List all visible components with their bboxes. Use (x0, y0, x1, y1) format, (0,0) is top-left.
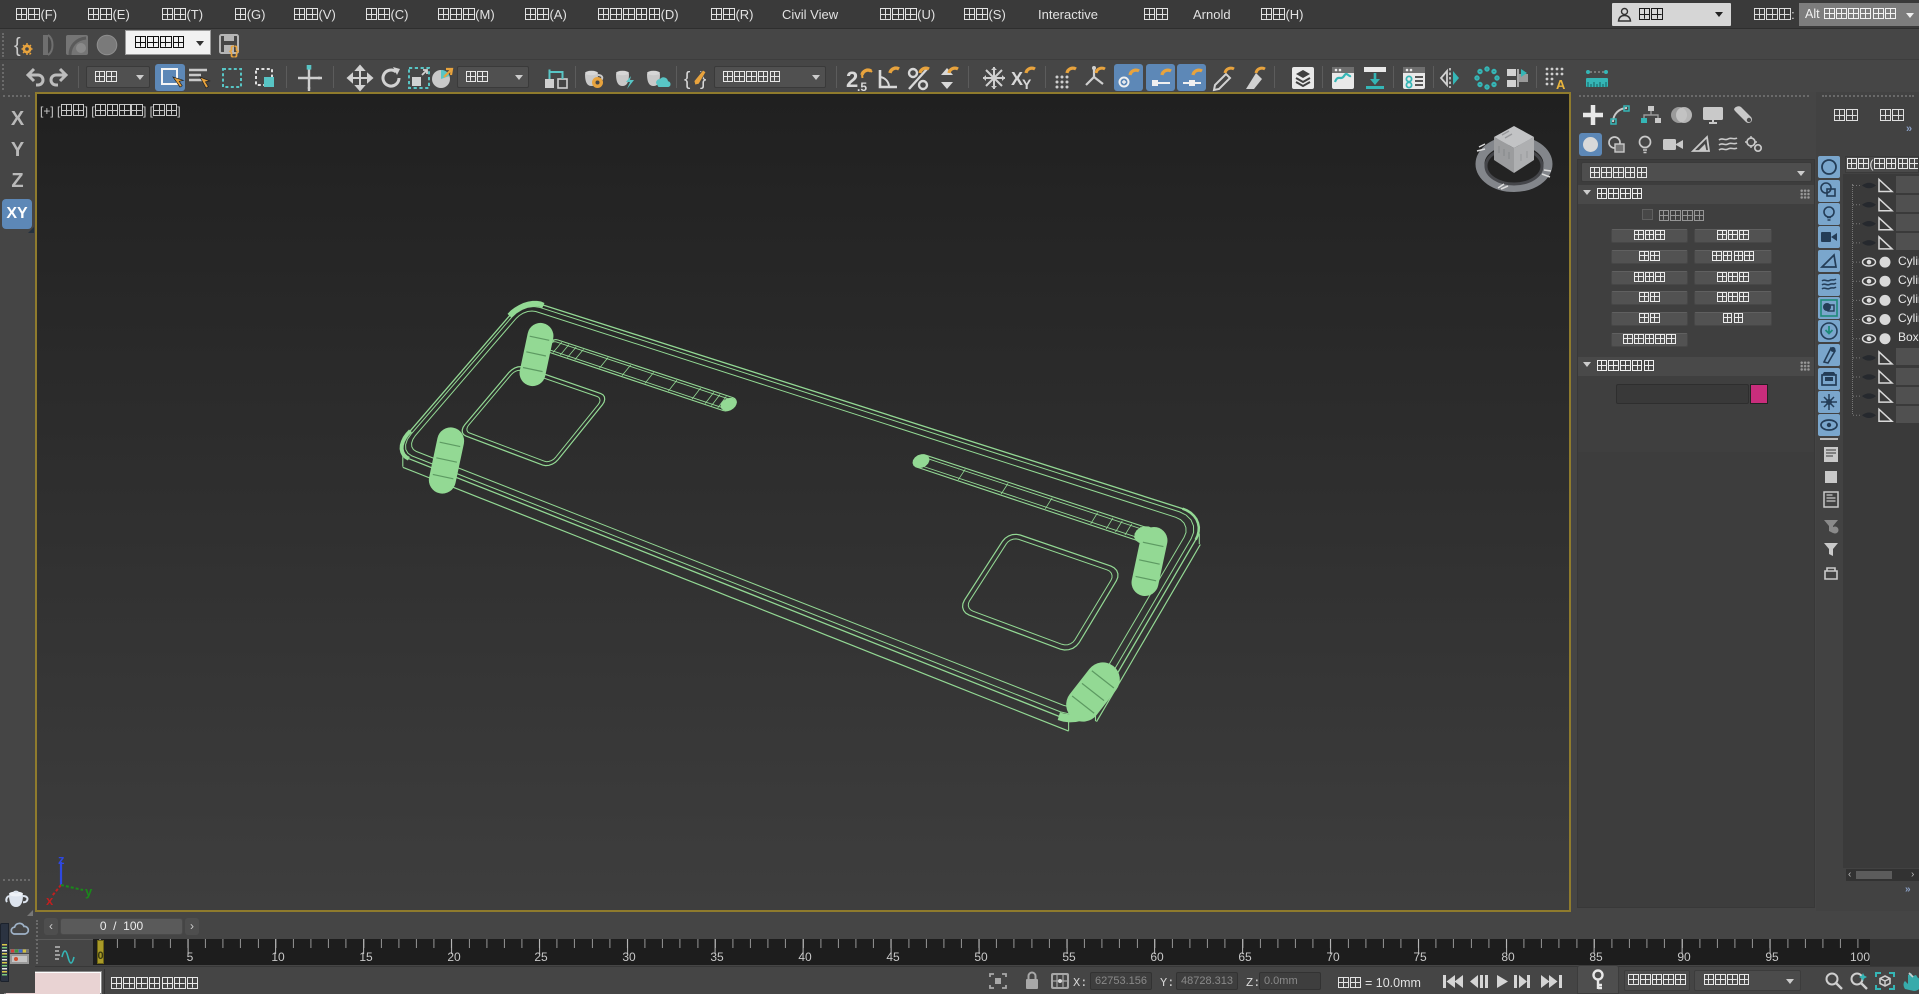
svg-text:y: y (85, 884, 93, 899)
svg-text:z: z (58, 852, 65, 867)
svg-text:x: x (46, 893, 54, 908)
